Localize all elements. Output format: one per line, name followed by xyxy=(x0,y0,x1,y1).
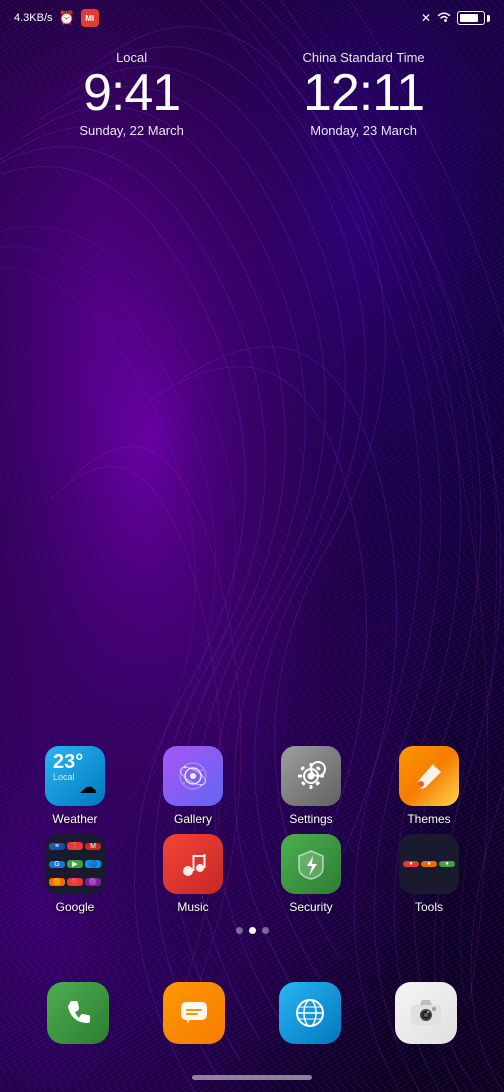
dock-item-camera[interactable] xyxy=(395,982,457,1044)
tools-folder-icon: ● ● ● xyxy=(399,834,459,894)
alarm-icon: ⏰ xyxy=(59,10,75,26)
dock-item-messages[interactable] xyxy=(163,982,225,1044)
themes-app-icon xyxy=(399,746,459,806)
china-clock-time: 12:11 xyxy=(303,67,425,119)
status-left: 4.3KB/s ⏰ MI xyxy=(14,9,99,27)
themes-app-label: Themes xyxy=(407,812,450,826)
local-clock-date: Sunday, 22 March xyxy=(79,123,184,138)
dual-clock: Local 9:41 Sunday, 22 March China Standa… xyxy=(0,50,504,138)
app-grid: 23° Local ☁ Weather xyxy=(0,746,504,922)
local-clock-label: Local xyxy=(79,50,184,65)
page-dot-0[interactable] xyxy=(236,927,243,934)
app-row-1: 23° Local ☁ Weather xyxy=(16,746,488,826)
gallery-app-icon xyxy=(163,746,223,806)
messages-app-icon xyxy=(163,982,225,1044)
page-dots xyxy=(0,927,504,934)
wifi-icon xyxy=(436,10,452,26)
page-dot-2[interactable] xyxy=(262,927,269,934)
google-app-label: Google xyxy=(56,900,95,914)
app-item-music[interactable]: Music xyxy=(153,834,233,914)
music-app-icon xyxy=(163,834,223,894)
security-app-icon xyxy=(281,834,341,894)
camera-app-icon xyxy=(395,982,457,1044)
status-right: ✕ 53 xyxy=(421,10,490,26)
app-item-weather[interactable]: 23° Local ☁ Weather xyxy=(35,746,115,826)
app-item-gallery[interactable]: Gallery xyxy=(153,746,233,826)
china-clock-label: China Standard Time xyxy=(303,50,425,65)
weather-app-label: Weather xyxy=(52,812,97,826)
dock-item-phone[interactable] xyxy=(47,982,109,1044)
home-indicator xyxy=(192,1075,312,1080)
app-item-settings[interactable]: Settings xyxy=(271,746,351,826)
status-bar: 4.3KB/s ⏰ MI ✕ 53 xyxy=(0,0,504,36)
settings-app-icon xyxy=(281,746,341,806)
app-item-tools[interactable]: ● ● ● Tools xyxy=(389,834,469,914)
gallery-app-label: Gallery xyxy=(174,812,212,826)
close-notification-icon: ✕ xyxy=(421,11,431,25)
china-clock-date: Monday, 23 March xyxy=(303,123,425,138)
cloud-icon: ☁ xyxy=(79,777,97,798)
weather-app-icon: 23° Local ☁ xyxy=(45,746,105,806)
battery-icon: 53 xyxy=(457,11,490,25)
network-speed: 4.3KB/s xyxy=(14,12,53,24)
phone-app-icon xyxy=(47,982,109,1044)
china-clock: China Standard Time 12:11 Monday, 23 Mar… xyxy=(303,50,425,138)
settings-app-label: Settings xyxy=(289,812,332,826)
app-item-security[interactable]: Security xyxy=(271,834,351,914)
security-app-label: Security xyxy=(289,900,332,914)
local-clock-time: 9:41 xyxy=(79,67,184,119)
dock-item-browser[interactable] xyxy=(279,982,341,1044)
app-item-google[interactable]: ≡ 📍 M G ▶ 🔵 xyxy=(35,834,115,914)
google-folder-icon: ≡ 📍 M G ▶ 🔵 xyxy=(45,834,105,894)
page-dot-1[interactable] xyxy=(249,927,256,934)
browser-app-icon xyxy=(279,982,341,1044)
music-app-label: Music xyxy=(177,900,208,914)
tools-app-label: Tools xyxy=(415,900,443,914)
mi-notification-icon: MI xyxy=(81,9,99,27)
dock xyxy=(0,982,504,1044)
app-item-themes[interactable]: Themes xyxy=(389,746,469,826)
app-row-2: ≡ 📍 M G ▶ 🔵 xyxy=(16,834,488,914)
local-clock: Local 9:41 Sunday, 22 March xyxy=(79,50,184,138)
